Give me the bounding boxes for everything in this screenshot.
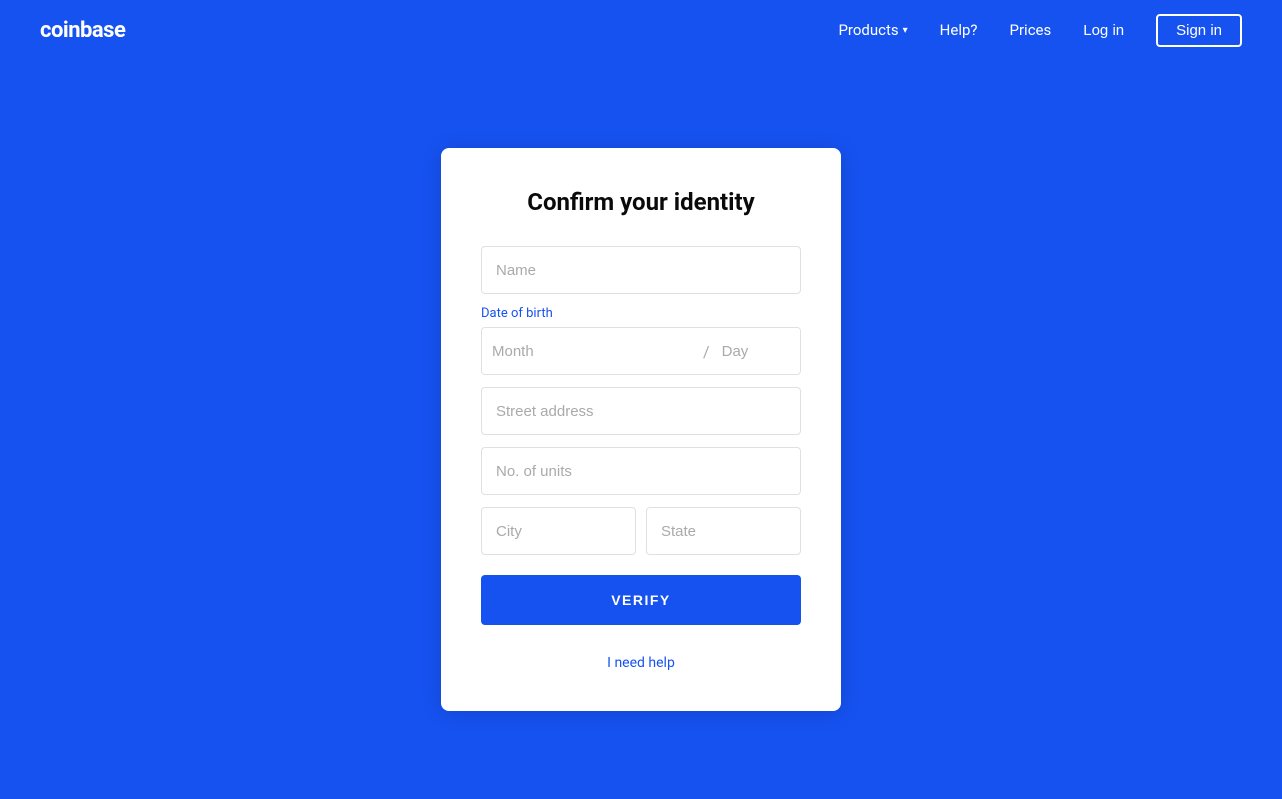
month-input[interactable]: [482, 328, 701, 374]
dob-row: / /: [481, 327, 801, 375]
nav-help[interactable]: Help?: [940, 21, 978, 39]
street-input[interactable]: [481, 387, 801, 435]
city-input[interactable]: [481, 507, 636, 555]
name-group: [481, 246, 801, 294]
nav-help-label: Help?: [940, 21, 978, 39]
logo: coinbase: [40, 18, 125, 43]
city-state-group: [481, 507, 801, 555]
dob-group: Date of birth / /: [481, 306, 801, 375]
nav-prices-label: Prices: [1010, 21, 1052, 39]
verify-button[interactable]: VERIFY: [481, 575, 801, 625]
dob-label: Date of birth: [481, 306, 801, 321]
street-group: [481, 387, 801, 435]
units-group: [481, 447, 801, 495]
chevron-down-icon: ▾: [903, 25, 908, 36]
help-link[interactable]: I need help: [481, 655, 801, 671]
card-title: Confirm your identity: [481, 188, 801, 216]
nav-prices[interactable]: Prices: [1010, 21, 1052, 39]
units-input[interactable]: [481, 447, 801, 495]
nav-products-label: Products: [838, 21, 898, 39]
nav-links: Products ▾ Help? Prices Log in Sign in: [838, 14, 1242, 47]
identity-card: Confirm your identity Date of birth / /: [441, 148, 841, 711]
dob-separator-1: /: [701, 342, 712, 361]
state-input[interactable]: [646, 507, 801, 555]
name-input[interactable]: [481, 246, 801, 294]
navbar: coinbase Products ▾ Help? Prices Log in …: [0, 0, 1282, 60]
day-input[interactable]: [712, 328, 801, 374]
login-button[interactable]: Log in: [1083, 22, 1124, 39]
nav-products[interactable]: Products ▾: [838, 21, 907, 39]
signin-button[interactable]: Sign in: [1156, 14, 1242, 47]
main-content: Confirm your identity Date of birth / /: [0, 60, 1282, 799]
